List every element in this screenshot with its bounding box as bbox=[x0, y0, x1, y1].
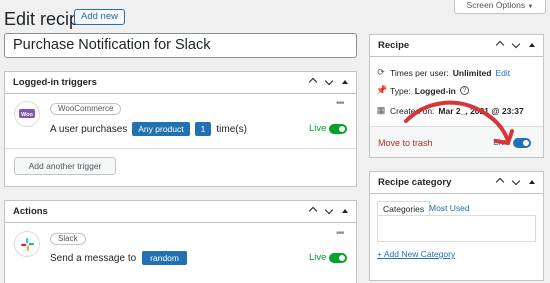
add-trigger-label: Add another trigger bbox=[28, 161, 102, 171]
recipe-title-input[interactable]: Purchase Notification for Slack bbox=[4, 33, 357, 58]
move-up-icon[interactable] bbox=[308, 205, 318, 216]
add-new-category-link[interactable]: + Add New Category bbox=[377, 249, 455, 259]
action-status-label: Live bbox=[309, 252, 327, 263]
times-per-user-row: ⟳ Times per user: Unlimited Edit bbox=[376, 67, 510, 78]
caret-down-icon: ▼ bbox=[527, 4, 534, 10]
times-label: Times per user: bbox=[390, 67, 449, 78]
count-token[interactable]: 1 bbox=[194, 122, 212, 136]
collapse-toggle-icon[interactable] bbox=[527, 39, 537, 50]
collapse-toggle-icon[interactable] bbox=[527, 176, 537, 187]
channel-token[interactable]: random bbox=[142, 251, 187, 265]
move-up-icon[interactable] bbox=[495, 39, 505, 50]
product-token[interactable]: Any product bbox=[132, 122, 190, 136]
move-down-icon[interactable] bbox=[324, 205, 334, 216]
actions-panel-header: Actions bbox=[5, 201, 356, 223]
category-box-header: Recipe category bbox=[370, 172, 543, 194]
edit-times-link[interactable]: Edit bbox=[495, 68, 510, 78]
action-integration-badge: Slack bbox=[50, 233, 86, 245]
action-status: Live bbox=[309, 252, 348, 263]
woocommerce-icon: Woo bbox=[14, 101, 40, 127]
svg-text:Woo: Woo bbox=[21, 112, 33, 118]
category-box: Recipe category Categories Most Used + A… bbox=[369, 171, 544, 281]
panel-controls bbox=[308, 76, 350, 87]
triggers-panel-title: Logged-in triggers bbox=[13, 77, 97, 88]
trigger-status: Live bbox=[309, 123, 348, 134]
panel-controls bbox=[308, 205, 350, 216]
category-tab-most-used[interactable]: Most Used bbox=[429, 203, 470, 213]
trigger-sentence-prefix: A user purchases bbox=[50, 123, 128, 135]
collapse-toggle-icon[interactable] bbox=[340, 205, 350, 216]
panel-controls bbox=[495, 39, 537, 50]
recipe-box-title: Recipe bbox=[378, 40, 410, 51]
move-down-icon[interactable] bbox=[324, 76, 334, 87]
calendar-icon: ▦ bbox=[376, 105, 386, 115]
action-sentence-prefix: Send a message to bbox=[50, 252, 137, 264]
screen-options-label: Screen Options bbox=[466, 0, 526, 10]
category-tab-label: Categories bbox=[383, 204, 425, 214]
annotation-arrow-icon bbox=[404, 100, 514, 145]
trigger-status-label: Live bbox=[309, 123, 327, 134]
category-tab-categories[interactable]: Categories bbox=[377, 201, 431, 216]
move-up-icon[interactable] bbox=[308, 76, 318, 87]
trigger-sentence: A user purchases Any product 1 time(s) bbox=[50, 122, 247, 136]
triggers-panel: Logged-in triggers Woo WooCommerce A use… bbox=[4, 71, 357, 187]
pin-icon: 📌 bbox=[376, 85, 388, 95]
trigger-divider bbox=[5, 148, 356, 149]
triggers-panel-header: Logged-in triggers bbox=[5, 72, 356, 94]
action-sentence: Send a message to random bbox=[50, 251, 187, 265]
refresh-icon: ⟳ bbox=[377, 67, 385, 77]
add-trigger-button[interactable]: Add another trigger bbox=[14, 157, 116, 175]
screen-options-button[interactable]: Screen Options ▼ bbox=[454, 0, 546, 14]
add-new-button[interactable]: Add new bbox=[74, 9, 125, 25]
action-live-toggle[interactable] bbox=[329, 252, 348, 263]
panel-controls bbox=[495, 176, 537, 187]
category-box-title: Recipe category bbox=[378, 177, 452, 188]
move-down-icon[interactable] bbox=[511, 176, 521, 187]
collapse-toggle-icon[interactable] bbox=[340, 76, 350, 87]
trigger-sentence-suffix: time(s) bbox=[216, 123, 247, 135]
actions-panel-title: Actions bbox=[13, 206, 48, 217]
actions-panel: Actions Slack Send a message to random •… bbox=[4, 200, 357, 283]
trigger-live-toggle[interactable] bbox=[329, 123, 348, 134]
slack-icon bbox=[14, 231, 40, 257]
kebab-menu-icon[interactable]: ••• bbox=[336, 98, 344, 109]
kebab-menu-icon[interactable]: ••• bbox=[336, 228, 344, 239]
recipe-box-header: Recipe bbox=[370, 35, 543, 57]
trigger-integration-badge: WooCommerce bbox=[50, 103, 122, 115]
move-up-icon[interactable] bbox=[495, 176, 505, 187]
category-list[interactable] bbox=[377, 215, 536, 242]
move-down-icon[interactable] bbox=[511, 39, 521, 50]
times-value: Unlimited bbox=[452, 67, 492, 78]
